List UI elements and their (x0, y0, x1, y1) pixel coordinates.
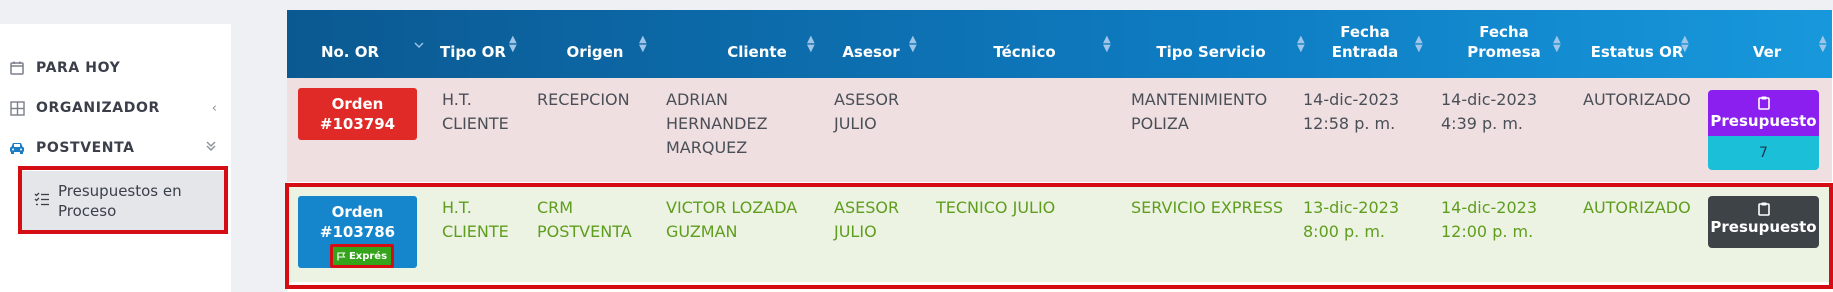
column-header-ver[interactable]: Ver (1717, 42, 1817, 62)
cell-line: H.T. (442, 90, 472, 109)
presupuesto-count-badge[interactable]: 7 (1708, 136, 1819, 170)
chevron-double-down-icon (205, 140, 217, 156)
cell-fecha-entrada: 14-dic-2023 12:58 p. m. (1303, 88, 1399, 136)
sort-icon[interactable]: ▲ ▼ (509, 35, 517, 54)
grid-icon (8, 99, 26, 117)
cell-line: MANTENIMIENTO (1131, 90, 1268, 109)
order-button[interactable]: Orden #103794 (298, 88, 417, 140)
column-header-tipo-servicio[interactable]: Tipo Servicio (1127, 42, 1295, 62)
column-header-fecha-promesa[interactable]: Fecha Promesa (1439, 22, 1569, 62)
highlight-box-submenu (18, 166, 228, 234)
car-icon (8, 139, 26, 157)
sort-icon[interactable]: ▲ ▼ (909, 35, 917, 54)
sort-icon[interactable]: ▲ ▼ (1297, 35, 1305, 54)
cell-line: POLIZA (1131, 114, 1189, 133)
column-header-tecnico[interactable]: Técnico (937, 42, 1112, 62)
calendar-icon (8, 59, 26, 77)
cell-line: ASESOR (834, 90, 900, 109)
cell-line: CLIENTE (442, 114, 509, 133)
sidebar-top-gap (0, 0, 231, 24)
sidebar-item-label: PARA HOY (36, 60, 121, 76)
column-header-line: Entrada (1331, 43, 1399, 61)
sort-icon[interactable]: ▲ ▼ (1681, 35, 1689, 54)
cell-line: RECEPCION (537, 90, 630, 109)
sidebar-item-organizador[interactable]: ORGANIZADOR ‹ (0, 88, 231, 128)
sort-icon[interactable]: ▲ ▼ (807, 35, 815, 54)
cell-fecha-promesa: 14-dic-2023 4:39 p. m. (1441, 88, 1537, 136)
cell-line: 14-dic-2023 (1303, 90, 1400, 109)
order-number: #103794 (319, 115, 396, 133)
cell-line: 4:39 p. m. (1441, 114, 1524, 133)
sort-icon[interactable]: ▲ ▼ (1103, 35, 1111, 54)
column-header-fecha-entrada[interactable]: Fecha Entrada (1317, 22, 1413, 62)
cell-line: HERNANDEZ (666, 114, 768, 133)
column-header-asesor[interactable]: Asesor (827, 42, 915, 62)
sort-icon[interactable]: ▲ ▼ (1819, 35, 1827, 54)
column-header-tipo-or[interactable]: Tipo OR (433, 42, 513, 62)
sidebar-item-label: POSTVENTA (36, 140, 135, 156)
sidebar-item-postventa[interactable]: POSTVENTA (0, 128, 231, 168)
sort-icon[interactable]: ▲ ▼ (1415, 35, 1423, 54)
column-header-line: Fecha (1479, 23, 1529, 41)
column-header-line: Promesa (1467, 43, 1541, 61)
table-header: No. OR Tipo OR ▲ ▼ Origen ▲ ▼ Cliente ▲ ▼ A… (287, 10, 1832, 78)
highlight-box-row (285, 183, 1833, 289)
cell-tipo-or: H.T. CLIENTE (442, 88, 509, 136)
cell-line: ADRIAN (666, 90, 729, 109)
cell-origen: RECEPCION (537, 88, 630, 112)
cell-line: 14-dic-2023 (1441, 90, 1538, 109)
clipboard-icon (1757, 96, 1770, 110)
order-label: Orden (331, 95, 384, 113)
cell-line: 12:58 p. m. (1303, 114, 1396, 133)
presupuesto-button[interactable]: Presupuesto (1708, 90, 1819, 136)
column-header-no-or[interactable]: No. OR (287, 42, 413, 62)
sidebar-item-para-hoy[interactable]: PARA HOY (0, 48, 231, 88)
cell-cliente: ADRIAN HERNANDEZ MARQUEZ (666, 88, 768, 160)
presupuesto-label: Presupuesto (1710, 112, 1817, 130)
column-header-line: Fecha (1340, 23, 1390, 41)
sort-icon[interactable]: ▲ ▼ (1553, 35, 1561, 54)
cell-line: MARQUEZ (666, 138, 748, 157)
sort-icon[interactable]: ▲ ▼ (639, 35, 647, 54)
sidebar-item-label: ORGANIZADOR (36, 100, 160, 116)
chevron-left-icon: ‹ (211, 100, 217, 116)
cell-estatus: AUTORIZADO (1583, 90, 1691, 109)
cell-tipo-servicio: MANTENIMIENTO POLIZA (1131, 88, 1267, 136)
chevron-down-icon[interactable] (414, 35, 424, 54)
cell-asesor: ASESOR JULIO (834, 88, 899, 136)
cell-line: JULIO (834, 114, 877, 133)
column-header-cliente[interactable]: Cliente (667, 42, 847, 62)
column-header-origen[interactable]: Origen (545, 42, 645, 62)
